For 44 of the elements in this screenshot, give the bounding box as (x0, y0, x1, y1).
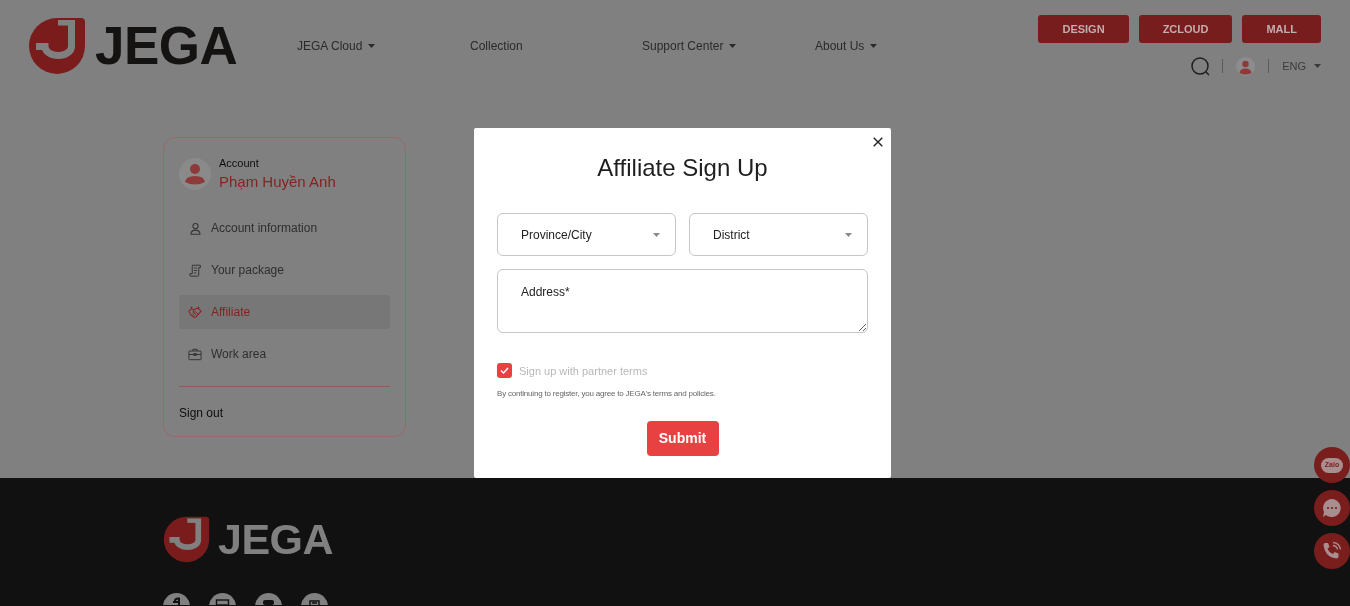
sidebar-item[interactable]: Account information (179, 211, 390, 245)
modal-title: Affiliate Sign Up (596, 153, 769, 183)
phone-icon (1322, 541, 1342, 561)
language-selector[interactable]: ENG (1282, 59, 1321, 73)
logo-text[interactable]: JEGA (218, 516, 334, 563)
terms-note: By continuing to register, you agree to JEGA's terms and policies. (497, 389, 717, 399)
chat-bubble-icon (1322, 498, 1342, 518)
sidebar-item[interactable]: Your package (179, 253, 390, 287)
logo-icon[interactable] (28, 16, 86, 75)
checkbox-label: Sign up with partner terms (519, 363, 648, 378)
social-icon[interactable] (209, 593, 236, 605)
submit-button[interactable]: Submit (646, 421, 719, 456)
user-name: Phạm Huyền Anh (219, 172, 336, 192)
briefcase-icon (188, 347, 202, 361)
sign-out-link[interactable]: Sign out (179, 405, 224, 421)
nav-link[interactable]: JEGA Cloud (297, 38, 376, 54)
header-button[interactable]: DESIGN (1038, 15, 1129, 43)
handshake-icon (188, 305, 202, 319)
caret-icon (845, 232, 852, 237)
header-button[interactable]: MALL (1242, 15, 1321, 43)
search-icon[interactable] (1191, 56, 1211, 76)
sidebar-item[interactable]: Affiliate (179, 295, 390, 329)
select-field[interactable]: District (689, 213, 868, 256)
nav-link[interactable]: About Us (815, 38, 878, 54)
caret-icon (1314, 64, 1321, 68)
avatar-icon (179, 158, 211, 190)
account-caption: Account (219, 156, 260, 170)
header-button[interactable]: ZCLOUD (1138, 15, 1233, 43)
social-icon[interactable] (301, 593, 328, 605)
sidebar-item[interactable]: Work area (179, 337, 390, 371)
document-icon (188, 263, 202, 277)
close-icon[interactable] (873, 137, 883, 147)
address-field[interactable]: Address* (497, 269, 868, 333)
nav-link[interactable]: Collection (470, 38, 523, 54)
logo-icon[interactable] (163, 516, 210, 563)
logo-text[interactable]: JEGA (95, 17, 238, 74)
caret-icon (653, 232, 660, 237)
nav-link[interactable]: Support Center (642, 38, 737, 54)
select-field[interactable]: Province/City (497, 213, 676, 256)
person-icon (188, 221, 202, 235)
checkbox[interactable] (497, 363, 512, 378)
checkmark-icon (500, 367, 509, 374)
social-icon[interactable] (255, 593, 282, 605)
social-icon[interactable] (163, 593, 190, 605)
